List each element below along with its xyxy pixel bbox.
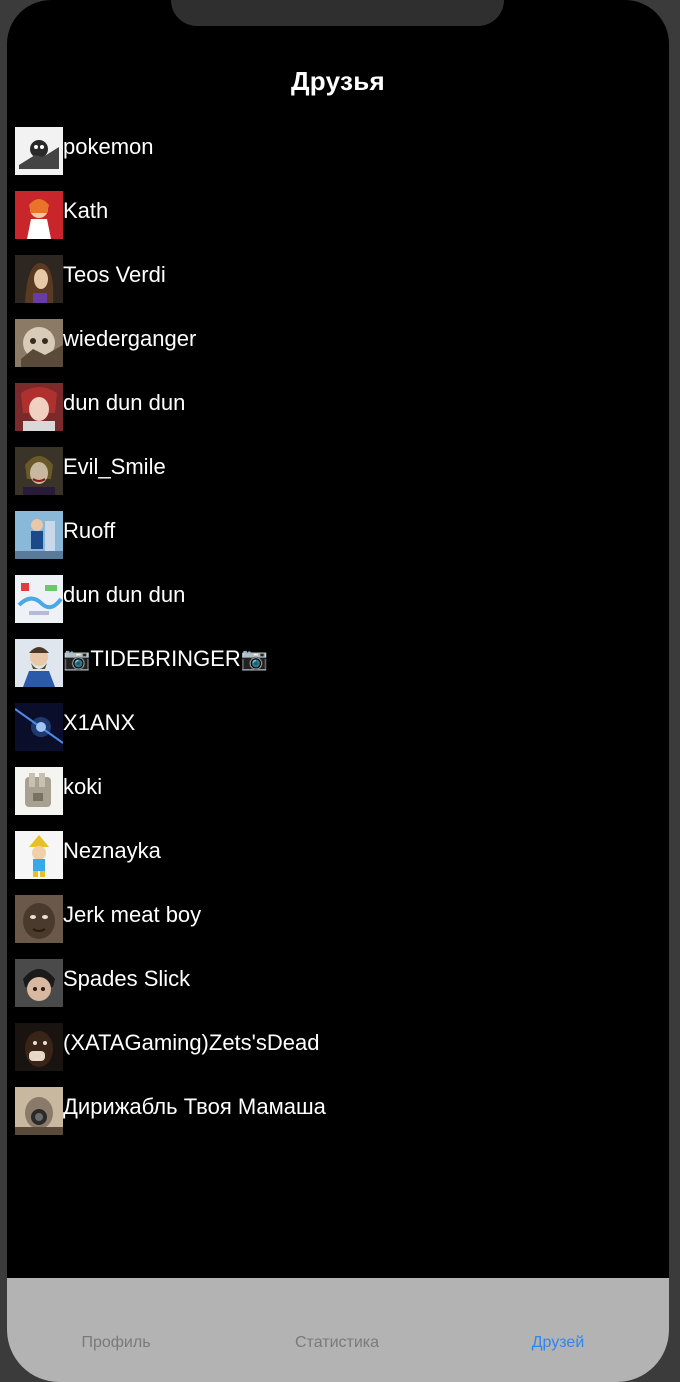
friend-name: Spades Slick: [63, 966, 191, 991]
friend-name: Ruoff: [63, 518, 116, 543]
list-item[interactable]: Evil_Smile: [7, 445, 669, 509]
list-item[interactable]: dun dun dun: [7, 573, 669, 637]
friend-name: Kath: [63, 198, 109, 223]
avatar: [15, 959, 63, 1007]
list-item[interactable]: wiederganger: [7, 317, 669, 381]
friend-name: Дирижабль Твоя Мамаша: [63, 1094, 326, 1119]
friend-name: Teos Verdi: [63, 262, 166, 287]
avatar: [15, 191, 63, 239]
friend-name: pokemon: [63, 134, 154, 159]
list-item[interactable]: Neznayka: [7, 829, 669, 893]
friend-name: Jerk meat boy: [63, 902, 202, 927]
list-item[interactable]: 📷TIDEBRINGER📷: [7, 637, 669, 701]
list-item[interactable]: dun dun dun: [7, 381, 669, 445]
tab-bar: Профиль Статистика Друзей: [7, 1278, 669, 1382]
list-item[interactable]: Teos Verdi: [7, 253, 669, 317]
friend-name: X1ANX: [63, 710, 136, 735]
avatar: [15, 511, 63, 559]
friends-list: pokemon Kath Teos Verdi wiederganger dun…: [7, 125, 669, 1149]
friend-name: 📷TIDEBRINGER📷: [63, 646, 269, 671]
tab-profile[interactable]: Профиль: [36, 1334, 196, 1352]
avatar: [15, 703, 63, 751]
friend-name: Neznayka: [63, 838, 161, 863]
avatar: [15, 895, 63, 943]
avatar: [15, 127, 63, 175]
friend-name: koki: [63, 774, 103, 799]
avatar: [15, 319, 63, 367]
list-item[interactable]: Дирижабль Твоя Мамаша: [7, 1085, 669, 1149]
device-notch: [171, 0, 504, 26]
list-item[interactable]: koki: [7, 765, 669, 829]
avatar: [15, 1087, 63, 1135]
tab-statistics[interactable]: Статистика: [257, 1334, 417, 1352]
avatar: [15, 575, 63, 623]
avatar: [15, 1023, 63, 1071]
avatar: [15, 639, 63, 687]
friend-name: dun dun dun: [63, 390, 186, 415]
list-item[interactable]: Ruoff: [7, 509, 669, 573]
list-item[interactable]: Jerk meat boy: [7, 893, 669, 957]
avatar: [15, 767, 63, 815]
friend-name: wiederganger: [63, 326, 197, 351]
avatar: [15, 383, 63, 431]
list-item[interactable]: Kath: [7, 189, 669, 253]
page-title: Друзья: [290, 66, 386, 96]
avatar: [15, 255, 63, 303]
friend-name: (XATAGaming)Zets'sDead: [63, 1030, 320, 1055]
phone-screen: Друзья pokemon Kath Teos Verdi wiedergan…: [7, 0, 669, 1382]
list-item[interactable]: (XATAGaming)Zets'sDead: [7, 1021, 669, 1085]
friend-name: dun dun dun: [63, 582, 186, 607]
list-item[interactable]: pokemon: [7, 125, 669, 189]
avatar: [15, 831, 63, 879]
avatar: [15, 447, 63, 495]
list-item[interactable]: Spades Slick: [7, 957, 669, 1021]
friend-name: Evil_Smile: [63, 454, 166, 479]
tab-friends[interactable]: Друзей: [478, 1334, 638, 1352]
list-item[interactable]: X1ANX: [7, 701, 669, 765]
